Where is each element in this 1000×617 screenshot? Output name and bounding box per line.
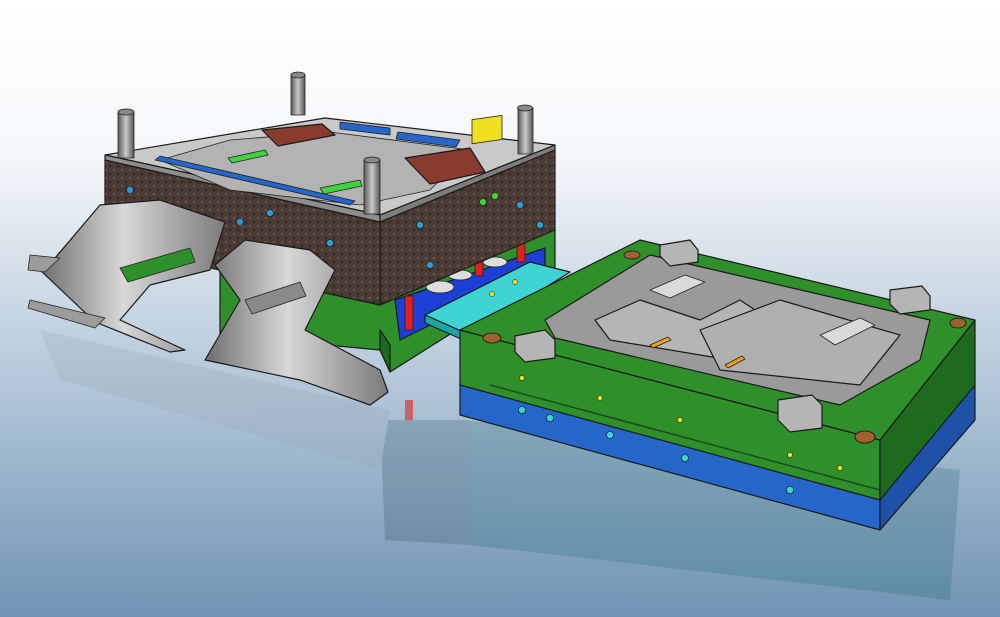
- guide-pin: [117, 108, 135, 159]
- mold-assembly-render: [0, 0, 1000, 617]
- yellow-nameplate: [471, 115, 503, 145]
- nameplate-bolt: [479, 198, 487, 206]
- nameplate-bolt: [491, 192, 499, 200]
- plate-bolt-hole: [512, 279, 518, 285]
- ejector-pin-red: [404, 295, 414, 331]
- guide-block: [514, 329, 556, 363]
- guide-pin: [517, 104, 534, 155]
- guide-block: [659, 239, 699, 267]
- guide-block: [777, 394, 823, 433]
- guide-bushing: [854, 430, 876, 444]
- guide-bushing: [949, 317, 967, 329]
- ejector-pin-red: [405, 400, 413, 420]
- guide-bushing: [482, 332, 502, 344]
- plate-bolt-hole: [489, 291, 495, 297]
- guide-block: [889, 285, 931, 315]
- mold-render-viewport: [0, 0, 1000, 617]
- guide-pin: [290, 71, 306, 116]
- guide-pin: [363, 156, 381, 215]
- guide-bushing: [623, 250, 641, 260]
